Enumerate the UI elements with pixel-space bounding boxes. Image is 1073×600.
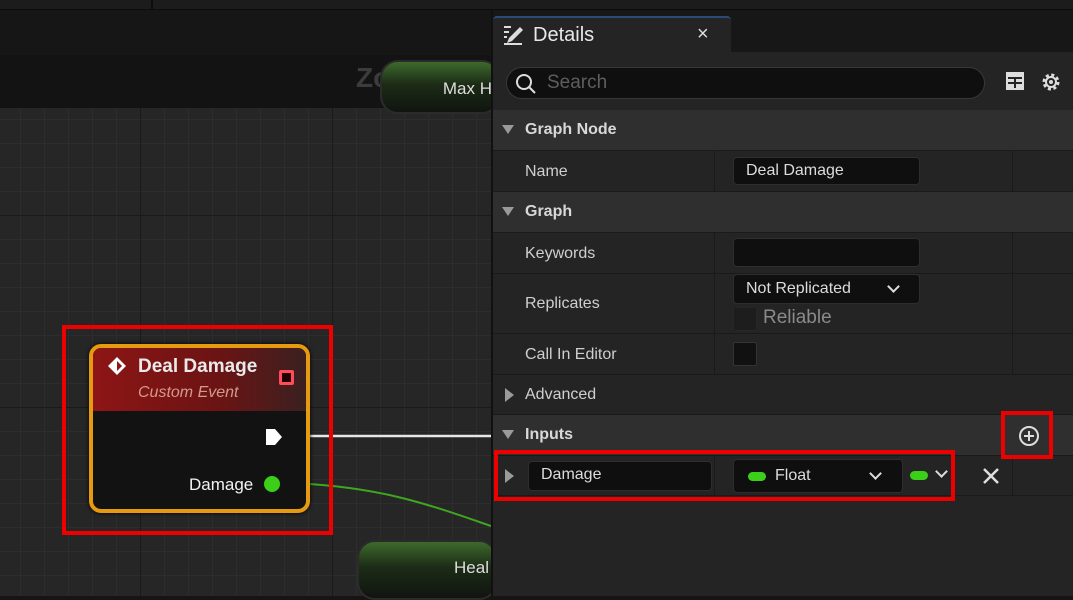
category-graph[interactable]: Graph (493, 192, 1073, 233)
search-input[interactable] (547, 71, 967, 95)
highlight-add-input (1001, 411, 1053, 459)
reliable-label: Reliable (763, 307, 832, 328)
expand-arrow-icon (505, 388, 514, 402)
collapse-arrow-icon (502, 430, 514, 439)
keywords-input[interactable] (733, 238, 920, 267)
name-input[interactable]: Deal Damage (733, 157, 920, 185)
property-matrix-icon[interactable] (1004, 70, 1026, 92)
property-label: Replicates (525, 295, 600, 312)
advanced-label: Advanced (525, 386, 597, 403)
category-advanced[interactable]: Advanced (493, 375, 1073, 415)
category-label: Inputs (525, 426, 573, 443)
name-value: Deal Damage (746, 162, 844, 179)
details-panel: Details × Graph Node Name Deal Damage Gr… (491, 10, 1073, 596)
node-highlight-box (62, 325, 333, 535)
property-row-keywords: Keywords (493, 233, 1073, 274)
category-label: Graph Node (525, 121, 617, 138)
tab-details[interactable]: Details × (493, 16, 731, 52)
property-row-name: Name Deal Damage (493, 151, 1073, 192)
property-row-call-in-editor: Call In Editor (493, 334, 1073, 375)
category-label: Graph (525, 203, 573, 220)
property-row-replicates: Replicates Not Replicated Reliable (493, 274, 1073, 334)
replicates-value: Not Replicated (746, 280, 851, 297)
tab-title: Details (533, 24, 595, 46)
tab-bar: Details × (493, 10, 1073, 52)
details-pencil-icon (504, 26, 523, 45)
remove-input-button[interactable] (982, 467, 1000, 485)
property-label: Name (525, 163, 568, 180)
call-in-editor-checkbox[interactable] (733, 342, 757, 366)
replicates-dropdown[interactable]: Not Replicated (733, 274, 920, 304)
highlight-input-row (494, 450, 955, 501)
settings-gear-icon[interactable] (1039, 70, 1063, 94)
search-icon (516, 74, 536, 94)
close-tab-button[interactable]: × (697, 23, 709, 46)
collapse-arrow-icon (502, 207, 514, 216)
property-label: Call In Editor (525, 346, 617, 363)
category-graph-node[interactable]: Graph Node (493, 110, 1073, 151)
reliable-checkbox[interactable] (733, 307, 757, 331)
search-box[interactable] (506, 67, 985, 99)
chevron-down-icon (887, 280, 900, 293)
property-label: Keywords (525, 245, 596, 262)
collapse-arrow-icon (502, 125, 514, 134)
